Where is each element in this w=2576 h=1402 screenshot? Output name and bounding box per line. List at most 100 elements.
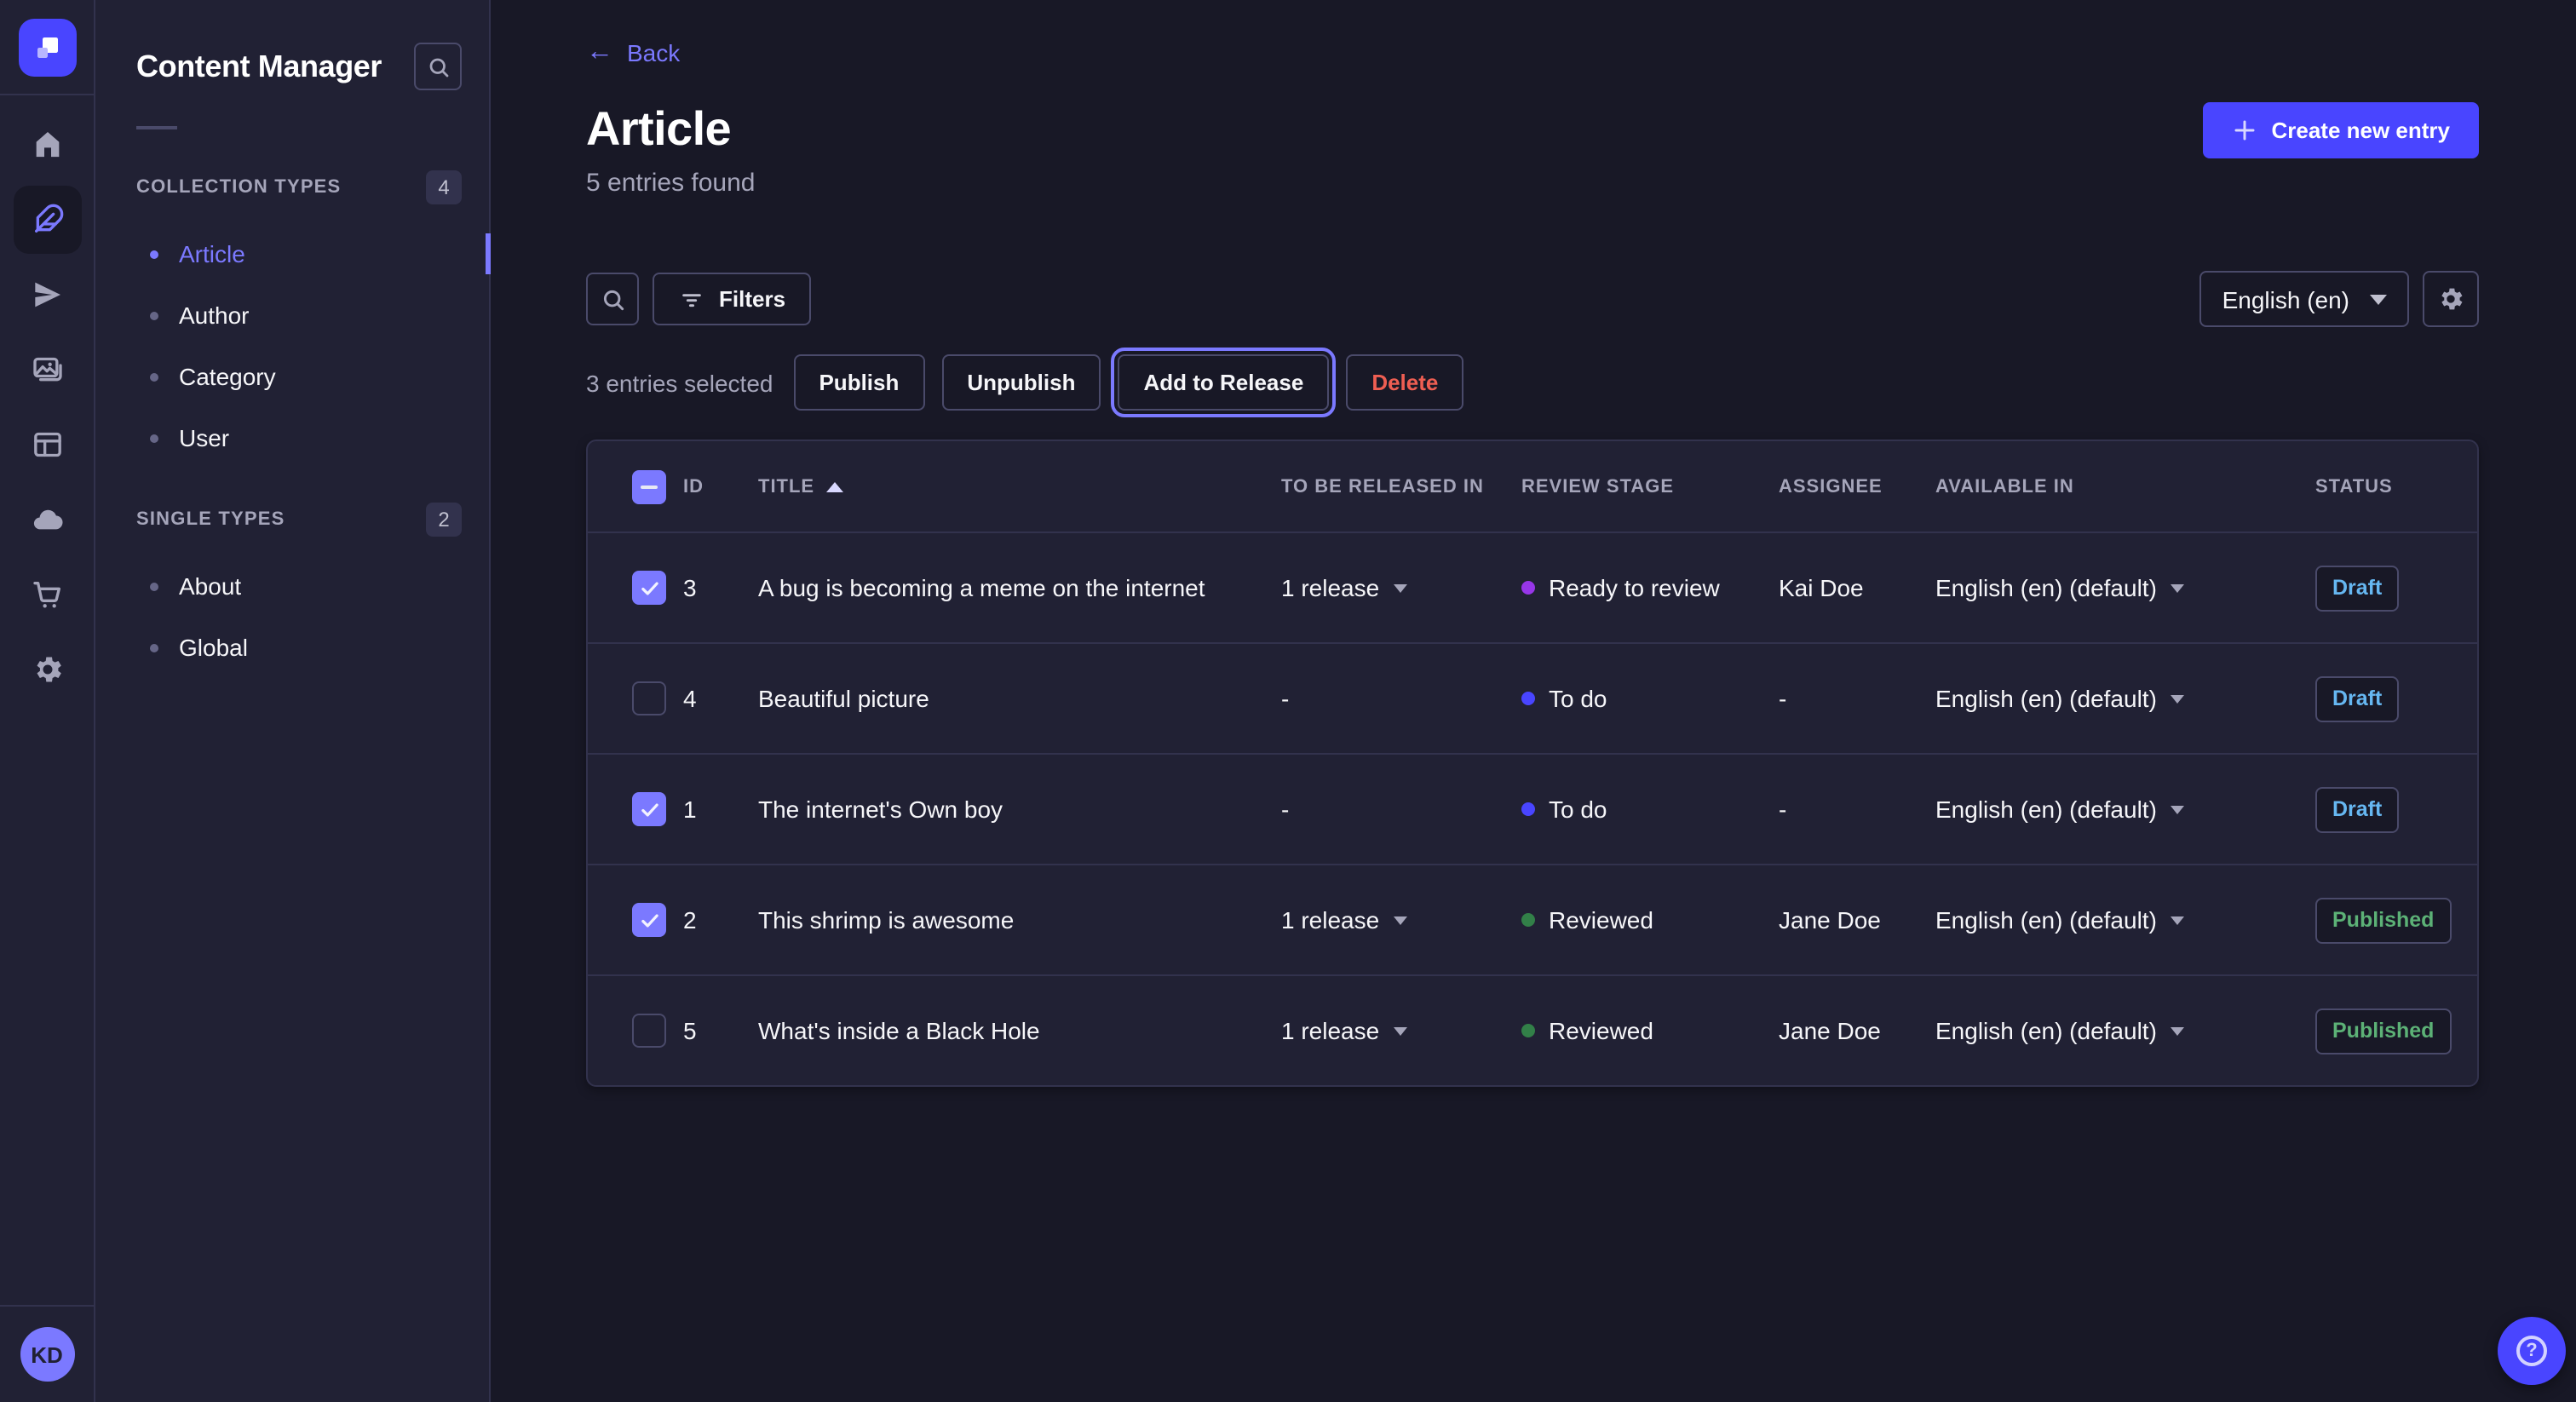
row-checkbox[interactable] — [632, 571, 666, 605]
user-avatar[interactable]: KD — [20, 1327, 74, 1382]
entries-table: IDTITLETO BE RELEASED INREVIEW STAGEASSI… — [586, 440, 2479, 1087]
sidebar-item-about[interactable]: About — [95, 555, 489, 617]
help-fab-button[interactable]: ? — [2498, 1317, 2566, 1385]
sidebar-item-global[interactable]: Global — [95, 617, 489, 678]
plus-icon — [2232, 118, 2257, 143]
locale-select[interactable]: English (en) — [2200, 271, 2409, 327]
cloud-icon — [30, 503, 64, 537]
back-label: Back — [627, 39, 680, 66]
nav-item-home[interactable] — [13, 111, 81, 179]
chevron-down-icon — [2171, 1026, 2184, 1035]
strapi-logo[interactable] — [19, 18, 77, 76]
content-manager-icon — [30, 203, 64, 237]
filter-icon — [678, 285, 705, 313]
available-in-cell[interactable]: English (en) (default) — [1935, 906, 2315, 934]
status-cell: Published — [2315, 897, 2460, 943]
view-settings-button[interactable] — [2423, 271, 2479, 327]
search-icon — [599, 285, 626, 313]
available-in-cell[interactable]: English (en) (default) — [1935, 1017, 2315, 1044]
release-cell[interactable]: 1 release — [1281, 906, 1521, 934]
filters-button[interactable]: Filters — [653, 273, 811, 325]
assignee-cell: Jane Doe — [1779, 1017, 1935, 1044]
sidebar-item-label: Author — [179, 302, 250, 329]
page-title: Article — [586, 102, 756, 157]
available-in-cell[interactable]: English (en) (default) — [1935, 574, 2315, 601]
sidebar-item-article[interactable]: Article — [95, 223, 489, 284]
unpublish-button[interactable]: Unpublish — [941, 354, 1101, 411]
row-checkbox[interactable] — [632, 681, 666, 715]
nav-item-content-manager[interactable] — [13, 186, 81, 254]
available-in-cell[interactable]: English (en) (default) — [1935, 796, 2315, 823]
marketplace-icon — [30, 577, 64, 612]
selected-entries-count: 3 entries selected — [586, 369, 773, 396]
column-header-status[interactable]: STATUS — [2315, 476, 2460, 497]
subnav-section: COLLECTION TYPES 4 ArticleAuthorCategory… — [95, 170, 489, 468]
status-cell: Draft — [2315, 565, 2460, 611]
nav-item-cloud[interactable] — [13, 486, 81, 554]
table-row[interactable]: 4Beautiful picture-To do-English (en) (d… — [588, 642, 2477, 753]
table-row[interactable]: 2This shrimp is awesome1 releaseReviewed… — [588, 864, 2477, 974]
sidebar-item-user[interactable]: User — [95, 407, 489, 468]
sort-ascending-icon — [826, 481, 843, 491]
table-row[interactable]: 3A bug is becoming a meme on the interne… — [588, 531, 2477, 642]
chevron-down-icon — [2171, 583, 2184, 592]
add-to-release-button[interactable]: Add to Release — [1118, 354, 1329, 411]
release-cell: - — [1281, 796, 1521, 823]
search-icon — [425, 54, 451, 79]
sidebar-item-label: Article — [179, 240, 245, 267]
media-library-icon — [30, 353, 64, 387]
releases-icon — [30, 278, 64, 312]
sidebar-item-author[interactable]: Author — [95, 284, 489, 346]
row-checkbox[interactable] — [632, 792, 666, 826]
create-new-entry-button[interactable]: Create new entry — [2203, 102, 2479, 158]
status-cell: Draft — [2315, 786, 2460, 832]
column-header-title[interactable]: TITLE — [758, 476, 1281, 497]
nav-item-marketplace[interactable] — [13, 560, 81, 629]
review-stage-cell: Reviewed — [1521, 906, 1779, 934]
column-header-review-stage[interactable]: REVIEW STAGE — [1521, 476, 1779, 497]
status-cell: Draft — [2315, 675, 2460, 721]
stage-dot-icon — [1521, 913, 1535, 927]
entry-title: A bug is becoming a meme on the internet — [758, 574, 1281, 601]
release-cell[interactable]: 1 release — [1281, 574, 1521, 601]
assignee-cell: - — [1779, 796, 1935, 823]
sidebar-item-label: About — [179, 572, 241, 600]
subnav-search-button[interactable] — [414, 43, 462, 90]
table-row[interactable]: 5What's inside a Black Hole1 releaseRevi… — [588, 974, 2477, 1085]
delete-button[interactable]: Delete — [1346, 354, 1463, 411]
row-checkbox[interactable] — [632, 903, 666, 937]
status-badge: Draft — [2315, 675, 2399, 721]
subnav-title: Content Manager — [136, 49, 382, 84]
list-search-button[interactable] — [586, 273, 639, 325]
nav-item-releases[interactable] — [13, 261, 81, 329]
available-in-cell[interactable]: English (en) (default) — [1935, 685, 2315, 712]
section-label: COLLECTION TYPES — [136, 177, 341, 198]
publish-button[interactable]: Publish — [793, 354, 924, 411]
bulk-actions: Publish Unpublish Add to Release Delete — [793, 354, 1463, 411]
nav-item-media-library[interactable] — [13, 336, 81, 404]
sidebar-item-label: Global — [179, 634, 248, 661]
entry-id: 4 — [683, 685, 758, 712]
bullet-icon — [150, 643, 158, 652]
subnav-divider — [136, 126, 177, 129]
stage-dot-icon — [1521, 692, 1535, 705]
nav-item-content-type-builder[interactable] — [13, 411, 81, 479]
entry-id: 2 — [683, 906, 758, 934]
select-all-checkbox[interactable] — [632, 469, 666, 503]
column-header-assignee[interactable]: ASSIGNEE — [1779, 476, 1935, 497]
sidebar-item-label: Category — [179, 363, 276, 390]
sidebar-item-category[interactable]: Category — [95, 346, 489, 407]
back-link[interactable]: ← Back — [586, 39, 680, 66]
column-header-id[interactable]: ID — [683, 476, 758, 497]
rail-footer: KD — [0, 1305, 94, 1402]
home-icon — [30, 128, 64, 162]
subnav-section: SINGLE TYPES 2 AboutGlobal — [95, 503, 489, 678]
nav-item-settings[interactable] — [13, 635, 81, 704]
table-row[interactable]: 1The internet's Own boy-To do-English (e… — [588, 753, 2477, 864]
review-stage-cell: Ready to review — [1521, 574, 1779, 601]
row-checkbox[interactable] — [632, 1014, 666, 1048]
column-header-to-be-released-in[interactable]: TO BE RELEASED IN — [1281, 476, 1521, 497]
release-cell[interactable]: 1 release — [1281, 1017, 1521, 1044]
column-header-available-in[interactable]: AVAILABLE IN — [1935, 476, 2315, 497]
review-stage-cell: Reviewed — [1521, 1017, 1779, 1044]
